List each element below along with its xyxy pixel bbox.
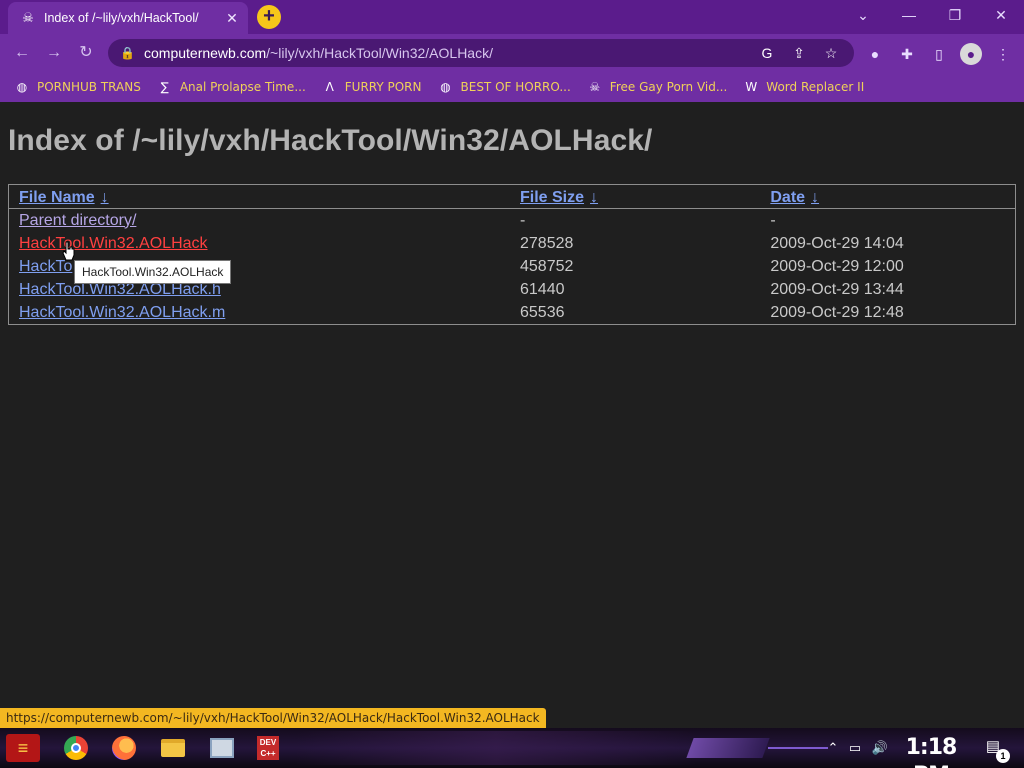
chevron-up-icon[interactable]: ⌃: [826, 736, 840, 760]
sort-arrow-icon[interactable]: ↓: [811, 189, 819, 206]
lock-icon[interactable]: 🔒: [120, 46, 135, 60]
parent-directory-link[interactable]: Parent directory/: [19, 212, 136, 229]
taskbar-decoration: [296, 731, 696, 765]
file-size: 278528: [520, 234, 574, 252]
new-tab-button[interactable]: +: [257, 5, 281, 29]
file-link[interactable]: HackTool.Win32.AOLHack: [19, 235, 208, 252]
table-row: Parent directory/ - -: [9, 209, 1015, 232]
share-icon[interactable]: ⇪: [788, 43, 810, 63]
notification-icon[interactable]: ▤ 1: [982, 737, 1010, 763]
bookmark-1[interactable]: ◍ PORNHUB TRANS: [14, 79, 141, 95]
notification-count: 1: [996, 749, 1010, 763]
back-button[interactable]: ←: [10, 42, 34, 64]
bookmark-icon: ∑: [160, 80, 169, 94]
column-file-name: File Name ↓: [9, 185, 510, 209]
side-panel-icon[interactable]: ▯: [928, 43, 950, 65]
file-date: 2009-Oct-29 12:00: [770, 257, 904, 275]
file-link[interactable]: HackTool.Win32.AOLHack.m: [19, 304, 225, 321]
extensions-icon[interactable]: ✚: [896, 43, 918, 65]
globe-icon: ◍: [16, 80, 28, 94]
tab-strip: ☠ Index of /~lily/vxh/HackTool/ ✕ + ⌄ — …: [0, 0, 1024, 34]
file-size: 458752: [520, 257, 574, 275]
globe-icon: ◍: [440, 80, 451, 94]
google-icon[interactable]: G: [756, 43, 778, 63]
page-title: Index of /~lily/vxh/HackTool/Win32/AOLHa…: [8, 124, 653, 157]
profile-avatar-icon[interactable]: ●: [960, 43, 982, 65]
skull-icon: ☠: [589, 80, 601, 94]
close-tab-icon[interactable]: ✕: [224, 10, 240, 26]
devcpp-icon[interactable]: DEV C++: [248, 734, 288, 762]
bookmark-5[interactable]: ☠ Free Gay Porn Vid...: [587, 79, 727, 95]
start-icon[interactable]: ≡: [6, 734, 40, 762]
forward-button[interactable]: →: [42, 42, 66, 64]
column-date: Date ↓: [760, 185, 1015, 209]
reload-button[interactable]: ↻: [74, 42, 98, 64]
taskbar-accent-line: [768, 747, 828, 749]
url-text: computernewb.com/~lily/vxh/HackTool/Win3…: [144, 45, 493, 61]
table-header-row: File Name ↓ File Size ↓ Date ↓: [9, 185, 1015, 209]
close-window-button[interactable]: ✕: [986, 4, 1016, 26]
tab-title: Index of /~lily/vxh/HackTool/: [44, 11, 199, 25]
network-icon[interactable]: ▭: [846, 736, 864, 760]
page-content: Index of /~lily/vxh/HackTool/Win32/AOLHa…: [0, 102, 1024, 728]
lambda-icon: Λ: [325, 80, 334, 94]
file-listing-table: File Name ↓ File Size ↓ Date ↓ Parent direc…: [8, 184, 1016, 325]
bookmark-6[interactable]: W Word Replacer II: [743, 79, 864, 95]
clock[interactable]: 1:18 PM: [900, 734, 962, 768]
status-bar-url: https://computernewb.com/~lily/vxh/HackT…: [0, 708, 546, 728]
firefox-icon[interactable]: [104, 734, 144, 762]
wr-icon: W: [745, 80, 758, 94]
tab-current[interactable]: ☠ Index of /~lily/vxh/HackTool/ ✕: [8, 2, 248, 34]
link-tooltip: HackTool.Win32.AOLHack: [74, 260, 232, 284]
browser-toolbar: ← → ↻ 🔒 computernewb.com/~lily/vxh/HackT…: [0, 34, 1024, 72]
folder-icon[interactable]: [153, 734, 193, 762]
sort-by-size-link[interactable]: File Size: [520, 189, 584, 206]
bookmark-3[interactable]: Λ FURRY PORN: [322, 79, 422, 95]
file-date: 2009-Oct-29 13:44: [770, 280, 904, 298]
table-row: HackTool.Win32.AOLHack.m 65536 2009-Oct-…: [9, 301, 1015, 324]
taskbar: ≡ DEV C++ ⌃ ▭ 🔊 1:18 PM ▤1: [0, 728, 1024, 768]
volume-icon[interactable]: 🔊: [870, 736, 890, 760]
image-icon[interactable]: [202, 734, 242, 762]
star-icon[interactable]: ☆: [820, 43, 842, 63]
taskbar-accent-bar: [686, 738, 770, 758]
minimize-button[interactable]: —: [894, 4, 924, 26]
sort-arrow-icon[interactable]: ↓: [101, 189, 109, 206]
bookmark-2[interactable]: ∑ Anal Prolapse Time...: [157, 79, 306, 95]
chrome-icon[interactable]: [56, 734, 96, 762]
file-size: 61440: [520, 280, 565, 298]
restore-button[interactable]: ❐: [940, 4, 970, 26]
file-date: 2009-Oct-29 12:48: [770, 303, 904, 321]
file-date: 2009-Oct-29 14:04: [770, 234, 904, 252]
skull-icon: ☠: [22, 10, 34, 25]
profile-extension-icon[interactable]: ●: [864, 43, 886, 65]
file-date: -: [770, 211, 776, 229]
column-file-size: File Size ↓: [510, 185, 761, 209]
sort-arrow-icon[interactable]: ↓: [590, 189, 598, 206]
sort-by-name-link[interactable]: File Name: [19, 189, 95, 206]
sort-by-date-link[interactable]: Date: [770, 189, 805, 206]
menu-icon[interactable]: ⋮: [992, 43, 1014, 65]
address-bar[interactable]: 🔒 computernewb.com/~lily/vxh/HackTool/Wi…: [108, 39, 854, 67]
file-size: 65536: [520, 303, 565, 321]
bookmark-4[interactable]: ◍ BEST OF HORRO...: [438, 79, 571, 95]
file-size: -: [520, 211, 526, 229]
tab-search-icon[interactable]: ⌄: [848, 4, 878, 26]
bookmarks-bar: ◍ PORNHUB TRANS ∑ Anal Prolapse Time... ΛF…: [0, 72, 1024, 102]
hand-cursor-icon: [62, 241, 75, 261]
table-row: HackTool.Win32.AOLHack 278528 2009-Oct-2…: [9, 232, 1015, 255]
